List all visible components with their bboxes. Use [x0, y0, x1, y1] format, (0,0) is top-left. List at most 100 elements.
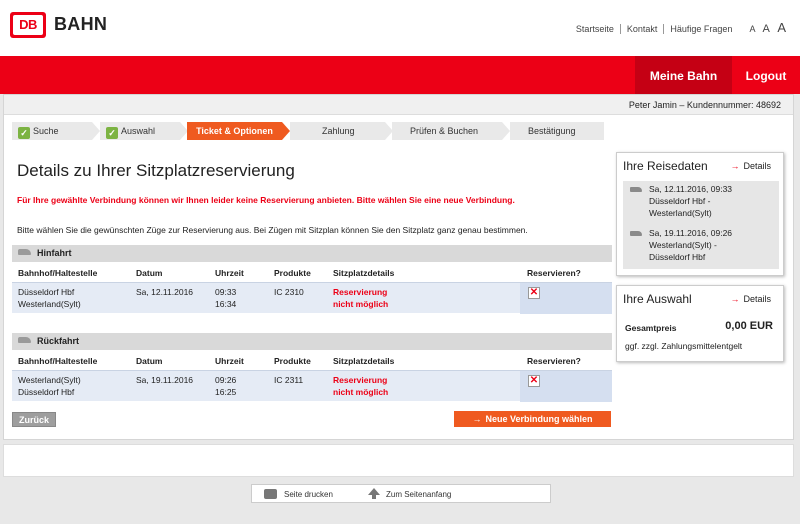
product: IC 2311: [274, 375, 304, 385]
info-text: Bitte wählen Sie die gewünschten Züge zu…: [17, 225, 528, 235]
top-links: Startseite Kontakt Häufige Fragen A A A: [570, 20, 786, 35]
travel-date: Sa, 19.11.2016: [136, 375, 194, 385]
seat-status-line2: nicht möglich: [333, 387, 389, 397]
db-logo[interactable]: DB: [10, 12, 46, 38]
auswahl-box: Ihre Auswahl → Details Gesamtpreis 0,00 E…: [616, 285, 784, 362]
train-icon: [630, 187, 642, 192]
brand-name: BAHN: [54, 14, 108, 34]
step-bestaetigung: Bestätigung: [510, 122, 604, 140]
column-headers: Bahnhof/Haltestelle Datum Uhrzeit Produk…: [12, 262, 612, 282]
box-title: Ihre Reisedaten: [623, 159, 708, 173]
link-faq[interactable]: Häufige Fragen: [664, 24, 738, 34]
section-header: Rückfahrt: [12, 333, 612, 350]
details-link[interactable]: → Details: [730, 161, 771, 171]
warning-message: Für Ihre gewählte Verbindung können wir …: [17, 195, 515, 205]
trip-date: Sa, 12.11.2016, 09:33: [649, 184, 733, 194]
details-link[interactable]: → Details: [730, 294, 771, 304]
col-station: Bahnhof/Haltestelle: [18, 356, 98, 366]
col-product: Produkte: [274, 268, 311, 278]
step-ticket-optionen: Ticket & Optionen: [187, 122, 290, 140]
arrival-time: 16:25: [215, 387, 237, 397]
new-connection-button[interactable]: → Neue Verbindung wählen: [454, 411, 611, 427]
seat-status-line1: Reservierung: [333, 375, 388, 385]
font-medium-button[interactable]: A: [762, 23, 769, 35]
button-label: Neue Verbindung wählen: [485, 414, 593, 424]
check-icon: ✓: [106, 127, 118, 139]
trip-return: Sa, 19.11.2016, 09:26 Westerland(Sylt) -…: [623, 225, 779, 269]
link-label: Details: [743, 161, 771, 171]
font-small-button[interactable]: A: [749, 24, 755, 34]
step-suche[interactable]: ✓ Suche: [12, 122, 100, 140]
col-date: Datum: [136, 356, 163, 366]
col-time: Uhrzeit: [215, 268, 244, 278]
reserve-cell: ✕: [520, 371, 612, 402]
meine-bahn-tab[interactable]: Meine Bahn: [635, 56, 732, 94]
column-headers: Bahnhof/Haltestelle Datum Uhrzeit Produk…: [12, 350, 612, 370]
logout-button[interactable]: Logout: [732, 56, 800, 94]
printer-icon: [264, 489, 277, 499]
table-row: Westerland(Sylt) Düsseldorf Hbf Sa, 19.1…: [12, 370, 612, 402]
station-from: Westerland(Sylt): [18, 375, 81, 385]
step-label: Prüfen & Buchen: [410, 126, 479, 136]
trip-route-line2: Westerland(Sylt): [649, 208, 712, 218]
footer-strip: [3, 444, 794, 477]
seat-status-line1: Reservierung: [333, 287, 388, 297]
user-info: Peter Jamin – Kundennummer: 48692: [4, 95, 793, 115]
total-price-label: Gesamtpreis: [625, 323, 677, 333]
step-zahlung: Zahlung: [290, 122, 393, 140]
step-label: Ticket & Optionen: [196, 126, 273, 136]
step-label: Zahlung: [322, 126, 355, 136]
arrow-right-icon: →: [730, 294, 740, 304]
top-link[interactable]: Zum Seitenanfang: [386, 490, 451, 499]
top-header: DB BAHN Startseite Kontakt Häufige Frage…: [0, 0, 800, 56]
arrow-up-icon-stem: [372, 494, 376, 499]
rueckfahrt-section: Rückfahrt Bahnhof/Haltestelle Datum Uhrz…: [12, 333, 612, 402]
footer-links: Seite drucken Zum Seitenanfang: [251, 484, 551, 503]
reisedaten-box: Ihre Reisedaten → Details Sa, 12.11.2016,…: [616, 152, 784, 276]
travel-date: Sa, 12.11.2016: [136, 287, 194, 297]
departure-time: 09:33: [215, 287, 237, 297]
trip-date: Sa, 19.11.2016, 09:26: [649, 228, 733, 238]
col-seat-details: Sitzplatzdetails: [333, 356, 395, 366]
trip-route-line1: Westerland(Sylt) -: [649, 240, 717, 250]
station-from: Düsseldorf Hbf: [18, 287, 75, 297]
step-label: Suche: [33, 126, 59, 136]
reserve-cell: ✕: [520, 283, 612, 314]
link-startseite[interactable]: Startseite: [570, 24, 621, 34]
train-icon: [18, 337, 31, 343]
col-reserve: Reservieren?: [527, 268, 581, 278]
step-pruefen-buchen: Prüfen & Buchen: [392, 122, 510, 140]
section-label: Hinfahrt: [37, 248, 72, 258]
trip-outbound: Sa, 12.11.2016, 09:33 Düsseldorf Hbf - W…: [623, 181, 779, 225]
logo-text: DB: [13, 15, 43, 35]
check-icon: ✓: [18, 127, 30, 139]
font-large-button[interactable]: A: [777, 20, 786, 35]
table-row: Düsseldorf Hbf Westerland(Sylt) Sa, 12.1…: [12, 282, 612, 314]
trip-route-line2: Düsseldorf Hbf: [649, 252, 706, 262]
section-label: Rückfahrt: [37, 336, 80, 346]
arrival-time: 16:34: [215, 299, 237, 309]
station-to: Westerland(Sylt): [18, 299, 81, 309]
print-link[interactable]: Seite drucken: [284, 490, 333, 499]
seat-status-line2: nicht möglich: [333, 299, 389, 309]
step-label: Bestätigung: [528, 126, 576, 136]
train-icon: [630, 231, 642, 236]
step-auswahl[interactable]: ✓ Auswahl: [100, 122, 188, 140]
col-reserve: Reservieren?: [527, 356, 581, 366]
step-label: Auswahl: [121, 126, 156, 136]
reserve-checkbox-disabled-icon[interactable]: ✕: [528, 375, 540, 387]
departure-time: 09:26: [215, 375, 237, 385]
station-to: Düsseldorf Hbf: [18, 387, 75, 397]
section-header: Hinfahrt: [12, 245, 612, 262]
box-title: Ihre Auswahl: [623, 292, 692, 306]
train-icon: [18, 249, 31, 255]
col-seat-details: Sitzplatzdetails: [333, 268, 395, 278]
reserve-checkbox-disabled-icon[interactable]: ✕: [528, 287, 540, 299]
trip-route-line1: Düsseldorf Hbf -: [649, 196, 711, 206]
page-title: Details zu Ihrer Sitzplatzreservierung: [17, 161, 295, 180]
back-button[interactable]: Zurück: [12, 412, 56, 427]
col-time: Uhrzeit: [215, 356, 244, 366]
link-kontakt[interactable]: Kontakt: [621, 24, 665, 34]
arrow-right-icon: →: [730, 161, 740, 171]
col-date: Datum: [136, 268, 163, 278]
